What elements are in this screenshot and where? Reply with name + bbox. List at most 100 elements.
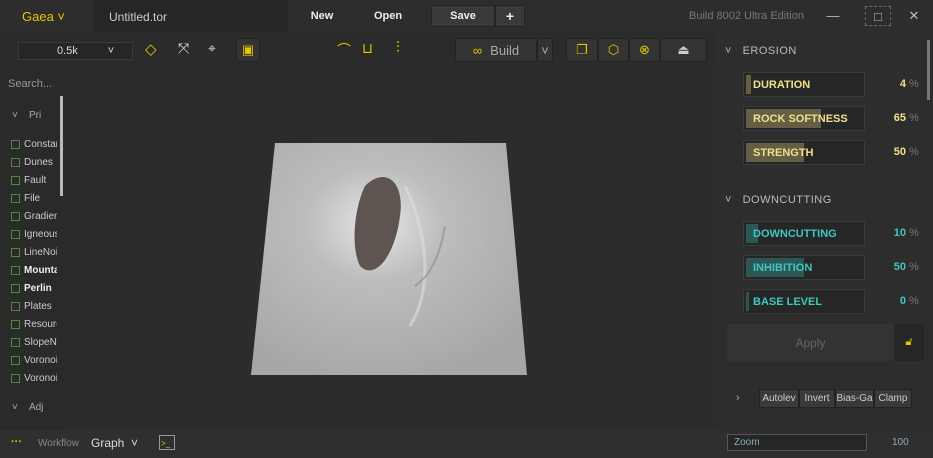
param-label: ROCK SOFTNESS (753, 113, 848, 125)
param-value[interactable]: 10 (870, 227, 906, 239)
file-tab[interactable]: Untitled.tor (93, 0, 288, 32)
param-value[interactable]: 50 (870, 261, 906, 273)
node-label: Gradient (24, 211, 57, 222)
group-label: Pri (28, 110, 42, 121)
param-slider[interactable]: DURATION (743, 72, 865, 97)
percent-unit: % (909, 78, 919, 90)
node-label: Dunes (24, 157, 53, 168)
node-item[interactable]: Mountain (11, 265, 57, 276)
param-value[interactable]: 4 (870, 78, 906, 90)
scrollbar[interactable] (60, 96, 63, 196)
percent-unit: % (909, 146, 919, 158)
maximize-button[interactable]: □ (865, 6, 891, 26)
node-checkbox-icon (11, 158, 20, 167)
cancel-circle-icon[interactable]: ⊗ (629, 38, 660, 62)
node-checkbox-icon (11, 338, 20, 347)
node-item[interactable]: Constant (11, 139, 57, 150)
clamp-button[interactable]: Clamp (874, 389, 912, 408)
section-erosion[interactable]: ˅ EROSION (725, 45, 797, 57)
search-input[interactable]: Search... (8, 78, 52, 90)
node-checkbox-icon (11, 140, 20, 149)
percent-unit: % (909, 295, 919, 307)
param-slider[interactable]: INHIBITION (743, 255, 865, 280)
node-item[interactable]: Plates (11, 301, 57, 312)
param-value[interactable]: 65 (870, 112, 906, 124)
param-slider[interactable]: BASE LEVEL (743, 289, 865, 314)
node-label: Perlin (24, 283, 52, 294)
export-icon[interactable]: ⏏ (660, 38, 707, 62)
console-icon[interactable]: >_ (159, 435, 175, 450)
save-button[interactable]: Save (431, 5, 495, 27)
node-checkbox-icon (11, 302, 20, 311)
node-label: Mountain (24, 265, 57, 276)
section-title: EROSION (742, 45, 797, 57)
param-slider[interactable]: STRENGTH (743, 140, 865, 165)
new-button[interactable]: New (300, 5, 344, 27)
node-checkbox-icon (11, 176, 20, 185)
sliders-icon[interactable]: ⫶ (396, 39, 400, 56)
group-adjustments[interactable]: ˅ Adj (12, 402, 43, 413)
bias-gain-button[interactable]: Bias-Ga (835, 389, 874, 408)
cube-icon[interactable]: ⬡ (598, 38, 629, 62)
zoom-slider[interactable]: Zoom (727, 434, 867, 451)
node-checkbox-icon (11, 284, 20, 293)
param-value[interactable]: 50 (870, 146, 906, 158)
node-checkbox-icon (11, 194, 20, 203)
3d-viewport[interactable] (65, 66, 715, 430)
build-options-chevron-icon[interactable]: ˅ (537, 38, 553, 62)
param-slider[interactable]: ROCK SOFTNESS (743, 106, 865, 131)
percent-unit: % (909, 227, 919, 239)
autolevel-button[interactable]: Autolev (759, 389, 799, 408)
curve-icon[interactable]: ⌒ (337, 40, 351, 60)
node-item[interactable]: Voronoi (11, 373, 57, 384)
node-checkbox-icon (11, 248, 20, 257)
zoom-value: 100 (892, 437, 909, 448)
param-value[interactable]: 0 (870, 295, 906, 307)
node-item[interactable]: Dunes (11, 157, 57, 168)
node-item[interactable]: SlopeNoise (11, 337, 57, 348)
app-menu[interactable]: Gaea ˅ (22, 9, 65, 24)
node-item[interactable]: Resource (11, 319, 57, 330)
apply-button[interactable]: Apply (727, 324, 894, 361)
slider-fill (746, 75, 751, 94)
build-info: Build 8002 Ultra Edition (689, 10, 804, 22)
chevron-down-icon: ˅ (107, 45, 115, 57)
gizmo-icon[interactable]: ⌖ (208, 40, 216, 57)
param-label: DURATION (753, 79, 811, 91)
param-slider[interactable]: DOWNCUTTING (743, 221, 865, 246)
minimize-button[interactable]: — (820, 6, 846, 26)
camera-view-icon[interactable]: ▣ (236, 38, 260, 62)
group-primitives[interactable]: ˅ Pri (12, 110, 41, 121)
invert-button[interactable]: Invert (799, 389, 835, 408)
open-button[interactable]: Open (366, 5, 410, 27)
water-level-icon[interactable]: ⊔ (362, 40, 373, 57)
node-label: Igneous (24, 229, 57, 240)
build-button[interactable]: ∞ Build (455, 38, 537, 62)
lock-icon[interactable]: 🔓︎ (894, 324, 924, 361)
node-item[interactable]: Igneous (11, 229, 57, 240)
more-icon[interactable]: ··· (11, 436, 22, 448)
walk-icon[interactable]: ⤧ (178, 40, 189, 57)
save-options-button[interactable]: + (495, 5, 525, 27)
copies-icon[interactable]: ❐ (566, 38, 598, 62)
node-item[interactable]: Fault (11, 175, 57, 186)
node-label: Resource (24, 319, 57, 330)
node-item[interactable]: File (11, 193, 57, 204)
node-item[interactable]: Voronoi (11, 355, 57, 366)
panel-scrollbar[interactable] (927, 40, 930, 100)
node-label: SlopeNoise (24, 337, 57, 348)
workflow-label[interactable]: Workflow (38, 438, 79, 449)
graph-select[interactable]: Graph ˅ (91, 436, 138, 450)
node-item[interactable]: Perlin (11, 283, 57, 294)
node-item[interactable]: Gradient (11, 211, 57, 222)
node-label: File (24, 193, 41, 204)
close-button[interactable]: ✕ (901, 6, 927, 26)
param-label: STRENGTH (753, 147, 814, 159)
resolution-select[interactable]: 0.5k ˅ (18, 42, 133, 60)
section-downcutting[interactable]: ˅ DOWNCUTTING (725, 194, 832, 206)
chevron-right-icon[interactable]: › (736, 392, 740, 404)
node-item[interactable]: LineNoise (11, 247, 57, 258)
param-label: DOWNCUTTING (753, 228, 837, 240)
node-label: Fault (24, 175, 47, 186)
perspective-icon[interactable]: ◇ (145, 40, 157, 58)
